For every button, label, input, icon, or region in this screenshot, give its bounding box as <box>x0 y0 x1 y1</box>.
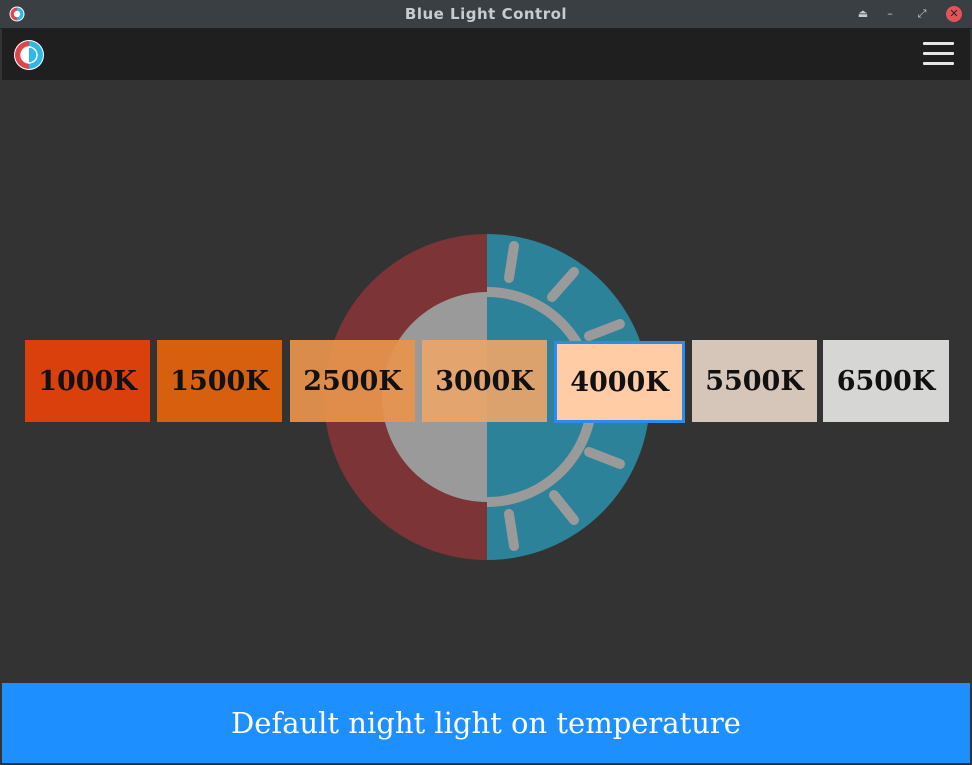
temp-label: 2500K <box>303 365 402 397</box>
temp-button-1500k[interactable]: 1500K <box>157 340 282 422</box>
window-title: Blue Light Control <box>404 5 568 23</box>
keep-above-icon[interactable]: ⏏ <box>855 6 871 22</box>
temp-label: 4000K <box>570 366 669 398</box>
temp-button-3000k[interactable]: 3000K <box>422 340 547 422</box>
restore-icon[interactable]: ⤢ <box>914 6 930 22</box>
temp-button-6500k[interactable]: 6500K <box>823 340 949 422</box>
temp-label: 6500K <box>836 365 936 397</box>
temp-button-1000k[interactable]: 1000K <box>25 340 150 422</box>
app-window: Blue Light Control ⏏ – ⤢ ✕ 1000K 1500K 2… <box>0 0 972 765</box>
footer-label: Default night light on temperature <box>231 706 741 740</box>
title-bar: Blue Light Control ⏏ – ⤢ ✕ <box>0 0 972 29</box>
temp-label: 1000K <box>38 365 137 397</box>
temp-label: 1500K <box>170 365 269 397</box>
app-toolbar <box>2 29 970 80</box>
temp-label: 5500K <box>705 365 804 397</box>
default-temperature-button[interactable]: Default night light on temperature <box>2 683 970 763</box>
temp-button-5500k[interactable]: 5500K <box>692 340 817 422</box>
temp-button-2500k[interactable]: 2500K <box>290 340 415 422</box>
temperature-buttons: 1000K 1500K 2500K 3000K 4000K 5500K 6500… <box>25 340 949 424</box>
temp-button-4000k[interactable]: 4000K <box>554 341 685 423</box>
close-icon[interactable]: ✕ <box>946 6 962 22</box>
half-sun-icon <box>14 40 44 70</box>
main-content: 1000K 1500K 2500K 3000K 4000K 5500K 6500… <box>2 80 970 683</box>
hamburger-menu-icon[interactable] <box>920 38 956 70</box>
temp-label: 3000K <box>435 365 534 397</box>
minimize-icon[interactable]: – <box>882 6 898 22</box>
